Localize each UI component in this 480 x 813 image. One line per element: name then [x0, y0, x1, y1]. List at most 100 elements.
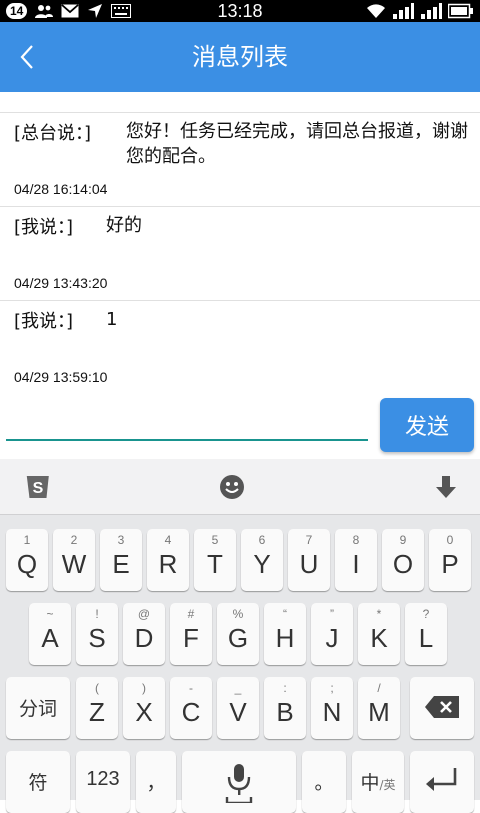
soft-keyboard: S 1 Q 2 W 3 E 4 R 5 T 6 Y 7 U 8 I 9 O 0 P ~ A! S @ D # F% G “H” J * K? L… [0, 459, 480, 813]
key-z[interactable]: (Z [76, 677, 118, 739]
key-label: G [227, 623, 249, 653]
key-label: O [392, 549, 414, 579]
key-label: X [135, 697, 153, 727]
key-label: K [370, 623, 388, 653]
lang-primary: 中 [360, 772, 380, 794]
key-hint: @ [137, 607, 151, 621]
key-h[interactable]: “H [264, 603, 306, 665]
key-e[interactable]: 3E [100, 529, 142, 591]
space-voice-key[interactable] [182, 751, 296, 813]
message-text: 您好！任务已经完成，请回总台报道，谢谢您的配合。 [126, 121, 468, 167]
key-l[interactable]: ? L [405, 603, 447, 665]
page-title: 消息列表 [192, 43, 288, 71]
key-label: U [299, 549, 319, 579]
enter-icon [410, 767, 474, 791]
key-w[interactable]: 2W [53, 529, 95, 591]
signal-icon-sim1 [392, 3, 414, 19]
signal-icon-sim2 [420, 3, 442, 19]
key-m[interactable]: / M [358, 677, 400, 739]
key-label: M [368, 697, 390, 727]
key-hint: 9 [399, 533, 407, 547]
message-text: 好的 [106, 215, 142, 236]
key-label: I [352, 549, 360, 579]
key-hint: ( [95, 681, 99, 695]
key-hint: ” [330, 607, 334, 621]
message-item: [总台说：] 您好！任务已经完成，请回总台报道，谢谢您的配合。 04/28 16… [0, 112, 480, 206]
key-label: C [181, 697, 201, 727]
key-o[interactable]: 9O [382, 529, 424, 591]
wifi-icon [366, 3, 386, 19]
period-key[interactable]: 。 [302, 751, 346, 813]
enter-key[interactable] [410, 751, 474, 813]
key-hint: # [187, 607, 195, 621]
key-n[interactable]: ; N [311, 677, 353, 739]
backspace-icon [410, 695, 474, 719]
number-key-label: 123 [86, 768, 120, 790]
comma-key[interactable]: ， [136, 751, 176, 813]
key-s[interactable]: ! S [76, 603, 118, 665]
key-a[interactable]: ~ A [29, 603, 71, 665]
key-label: S [88, 623, 106, 653]
language-toggle-label: 中/英 [352, 768, 404, 795]
key-label: J [325, 623, 339, 653]
hide-keyboard-icon[interactable] [430, 471, 462, 503]
key-label: L [418, 623, 434, 653]
key-r[interactable]: 4R [147, 529, 189, 591]
number-key[interactable]: 123 [76, 751, 130, 813]
message-sender: [总台说：] [14, 123, 92, 144]
send-button[interactable]: 发送 [380, 398, 474, 452]
key-label: A [41, 623, 59, 653]
key-hint: “ [283, 607, 287, 621]
sogou-logo-icon[interactable]: S [22, 471, 54, 503]
message-sender: [我说：] [14, 217, 74, 238]
key-y[interactable]: 6Y [241, 529, 283, 591]
key-label: H [275, 623, 295, 653]
key-hint: : [283, 681, 287, 695]
key-label: Z [89, 697, 105, 727]
key-hint: 4 [164, 533, 172, 547]
key-p[interactable]: 0P [429, 529, 471, 591]
key-f[interactable]: # F [170, 603, 212, 665]
key-label: Q [16, 549, 38, 579]
message-input[interactable] [6, 405, 368, 441]
backspace-key[interactable] [410, 677, 474, 739]
key-label: F [183, 623, 199, 653]
key-t[interactable]: 5T [194, 529, 236, 591]
symbol-key-label: 符 [28, 772, 48, 794]
key-v[interactable]: _ V [217, 677, 259, 739]
key-hint: 0 [446, 533, 454, 547]
message-time: 04/29 13:43:20 [14, 275, 108, 291]
message-sender: [我说：] [14, 311, 74, 332]
key-hint: % [232, 607, 244, 621]
message-list[interactable]: [总台说：] 您好！任务已经完成，请回总台报道，谢谢您的配合。 04/28 16… [0, 92, 480, 397]
key-b[interactable]: :B [264, 677, 306, 739]
key-hint: 2 [70, 533, 78, 547]
key-k[interactable]: * K [358, 603, 400, 665]
key-hint: ) [142, 681, 146, 695]
language-toggle-key[interactable]: 中/英 [352, 751, 404, 813]
key-hint: 7 [305, 533, 313, 547]
lang-alt: /英 [379, 778, 396, 792]
message-item: [我说：] 1 04/29 13:59:10 [0, 300, 480, 394]
key-q[interactable]: 1Q [6, 529, 48, 591]
key-x[interactable]: ) X [123, 677, 165, 739]
symbol-key[interactable]: 符 [6, 751, 70, 813]
key-i[interactable]: 8I [335, 529, 377, 591]
key-hint: 1 [23, 533, 31, 547]
key-j[interactable]: ” J [311, 603, 353, 665]
status-bar: 14 13:18 [0, 0, 480, 22]
key-u[interactable]: 7U [288, 529, 330, 591]
segment-key[interactable]: 分词 [6, 677, 70, 739]
key-hint: 8 [352, 533, 360, 547]
message-time: 04/29 13:59:10 [14, 369, 108, 385]
key-hint: ; [330, 681, 334, 695]
key-label: W [61, 549, 87, 579]
key-hint: 5 [211, 533, 219, 547]
key-label: E [112, 549, 130, 579]
period-key-label: 。 [314, 772, 334, 794]
key-g[interactable]: % G [217, 603, 259, 665]
emoji-icon[interactable] [216, 471, 248, 503]
key-d[interactable]: @ D [123, 603, 165, 665]
message-item: [我说：] 好的 04/29 13:43:20 [0, 206, 480, 300]
key-c[interactable]: -C [170, 677, 212, 739]
